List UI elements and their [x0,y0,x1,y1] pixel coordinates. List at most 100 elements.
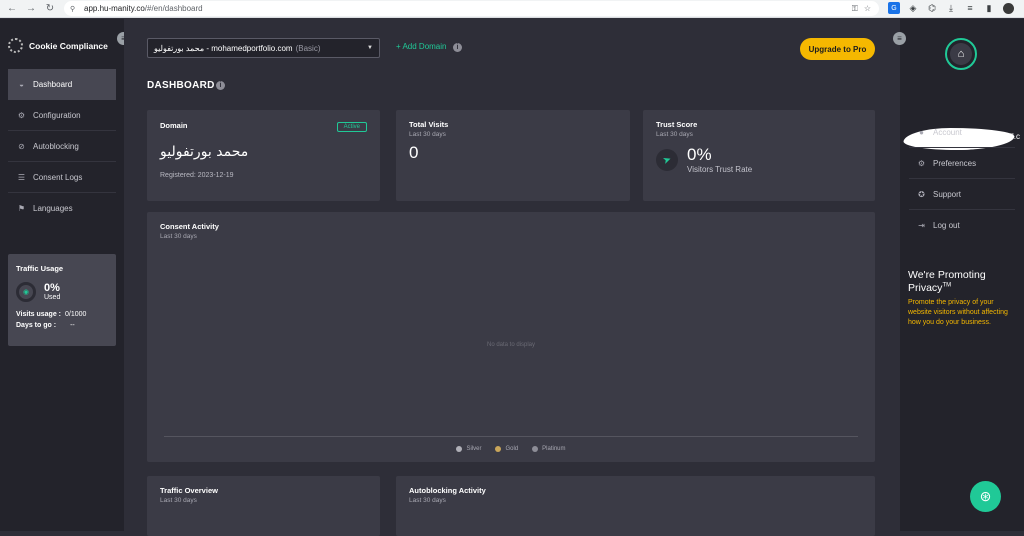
traffic-gauge: ◉ [16,282,36,302]
trust-score-title: Trust Score [656,120,698,129]
legend-item-gold[interactable]: Gold [495,446,518,452]
main-content: محمد بورتفوليو - mohamedportfolio.com (B… [124,19,900,536]
legend-label: Silver [466,446,482,452]
sidebar-item-languages[interactable]: ⚑ Languages [8,193,116,224]
account-panel-toggle-menu-icon[interactable]: ≡ [893,32,906,45]
logout-icon: ⇥ [918,221,925,230]
back-arrow-icon[interactable]: ← [5,2,19,16]
brand[interactable]: Cookie Compliance [8,38,108,53]
promo-title: We're Promoting PrivacyTM [908,269,1018,294]
shield-extension-icon[interactable]: ◈ [907,2,919,14]
flag-icon: ⚑ [17,204,26,213]
reload-icon[interactable]: ↻ [43,2,57,16]
upload-avatar-button[interactable]: ⌂ [945,38,977,70]
site-info-icon[interactable]: ⚲ [70,5,78,13]
visits-usage-value: 0/1000 [65,311,87,318]
left-sidebar: Cookie Compliance ≡ ◒ Dashboard ⚙ Config… [0,19,130,531]
lifebuoy-icon: ⊛ [979,488,992,504]
user-email: ail.c [900,74,1024,150]
chart-axis-line [164,436,858,437]
add-domain-link[interactable]: + Add Domain [396,42,446,51]
chart-legend: Silver Gold Platinum [147,446,875,452]
trust-gauge: ➤ [656,149,678,171]
domain-select[interactable]: محمد بورتفوليو - mohamedportfolio.com (B… [147,38,380,58]
legend-item-platinum[interactable]: Platinum [532,446,566,452]
domain-select-value: محمد بورتفوليو - mohamedportfolio.com [154,43,293,53]
sidebar-item-label: Dashboard [33,80,73,89]
eye-icon: ◉ [22,289,30,296]
legend-item-silver[interactable]: Silver [456,446,481,452]
account-menu-label: Preferences [933,158,977,168]
info-icon[interactable]: i [216,81,225,90]
traffic-usage-card: Traffic Usage ◉ 0% Used Visits usage :0/… [8,254,116,346]
profile-avatar[interactable] [1002,2,1014,14]
browser-toolbar: ← → ↻ ⚲ app.hu-manity.co/#/en/dashboard … [0,0,1024,18]
legend-dot [456,446,463,452]
trust-score-period: Last 30 days [656,131,693,138]
account-menu-item-account[interactable]: ● Account [909,117,1015,148]
legend-dot [532,446,539,452]
consent-activity-period: Last 30 days [160,233,197,240]
list-icon: ☰ [17,172,26,182]
domain-card: Domain Active محمد بورتفوليو Registered:… [147,110,380,201]
account-menu-label: Support [933,189,962,199]
account-menu-item-support[interactable]: ✪ Support [909,179,1015,210]
total-visits-period: Last 30 days [409,131,446,138]
info-icon[interactable]: i [453,43,462,52]
user-icon: ● [919,127,924,137]
help-lifebuoy-button[interactable]: ⊛ [970,481,1001,512]
traffic-overview-card: Traffic Overview Last 30 days [147,476,380,536]
url-path: /#/en/dashboard [144,4,203,13]
cursor-pointer-icon: ➤ [661,153,673,167]
brand-name: Cookie Compliance [29,40,108,51]
right-account-panel: ≡ ⌂ ail.c ● Account ⚙ Preferences ✪ Supp… [893,19,1024,531]
reading-list-icon[interactable]: ≡ [964,2,976,14]
trust-score-value: 0% [687,145,712,164]
bookmark-star-icon[interactable]: ☆ [864,4,871,13]
extension-icon[interactable]: ⌬ [926,2,938,14]
total-visits-card: Total Visits Last 30 days 0 [396,110,630,201]
visits-usage-label: Visits usage : [16,311,62,318]
domain-card-title: Domain [160,121,188,130]
trust-score-card: Trust Score Last 30 days ➤ 0% Visitors T… [643,110,875,201]
password-key-icon[interactable]: ⚿ [852,4,858,14]
autoblocking-activity-card: Autoblocking Activity Last 30 days [396,476,875,536]
account-menu: ● Account ⚙ Preferences ✪ Support ⇥ Log … [909,117,1015,241]
camera-icon: ⌂ [950,43,972,65]
upgrade-to-pro-button[interactable]: Upgrade to Pro [800,38,875,60]
download-icon[interactable]: ⤓ [945,2,957,14]
sidebar-item-consent-logs[interactable]: ☰ Consent Logs [8,162,116,193]
trademark-mark: TM [942,282,952,289]
chevron-down-icon: ▼ [367,45,373,51]
visits-usage-line: Visits usage :0/1000 [16,311,108,318]
side-panel-icon[interactable]: ▮ [983,2,995,14]
traffic-used-label: Used [44,294,61,301]
days-to-go-value: -- [70,322,75,329]
address-bar[interactable]: ⚲ app.hu-manity.co/#/en/dashboard ⚿ ☆ [64,1,879,16]
sidebar-item-configuration[interactable]: ⚙ Configuration [8,100,116,131]
forward-arrow-icon[interactable]: → [24,2,38,16]
lifebuoy-icon: ✪ [918,189,925,199]
autoblocking-activity-title: Autoblocking Activity [409,486,486,495]
legend-dot [495,446,502,452]
gear-icon: ⚙ [917,158,926,168]
promo-text: Promote the privacy of your website visi… [908,299,1008,326]
sidebar-item-dashboard[interactable]: ◒ Dashboard [8,69,116,100]
account-menu-item-logout[interactable]: ⇥ Log out [909,210,1015,241]
account-menu-item-preferences[interactable]: ⚙ Preferences [909,148,1015,179]
sidebar-item-label: Consent Logs [33,172,83,182]
sidebar-item-label: Configuration [33,110,81,120]
consent-activity-title: Consent Activity [160,222,219,231]
registered-date: Registered: 2023-12-19 [160,172,234,179]
translate-extension-icon[interactable]: G [888,2,900,14]
sidebar-item-autoblocking[interactable]: ⊘ Autoblocking [8,131,116,162]
block-icon: ⊘ [18,141,25,151]
status-badge: Active [336,122,367,132]
legend-label: Platinum [542,446,566,452]
days-to-go-label: Days to go : [16,322,57,329]
legend-label: Gold [505,446,519,452]
sidebar-item-label: Autoblocking [33,141,79,151]
traffic-overview-title: Traffic Overview [160,486,218,495]
gear-icon: ⚙ [17,110,26,120]
traffic-usage-title: Traffic Usage [16,264,64,273]
